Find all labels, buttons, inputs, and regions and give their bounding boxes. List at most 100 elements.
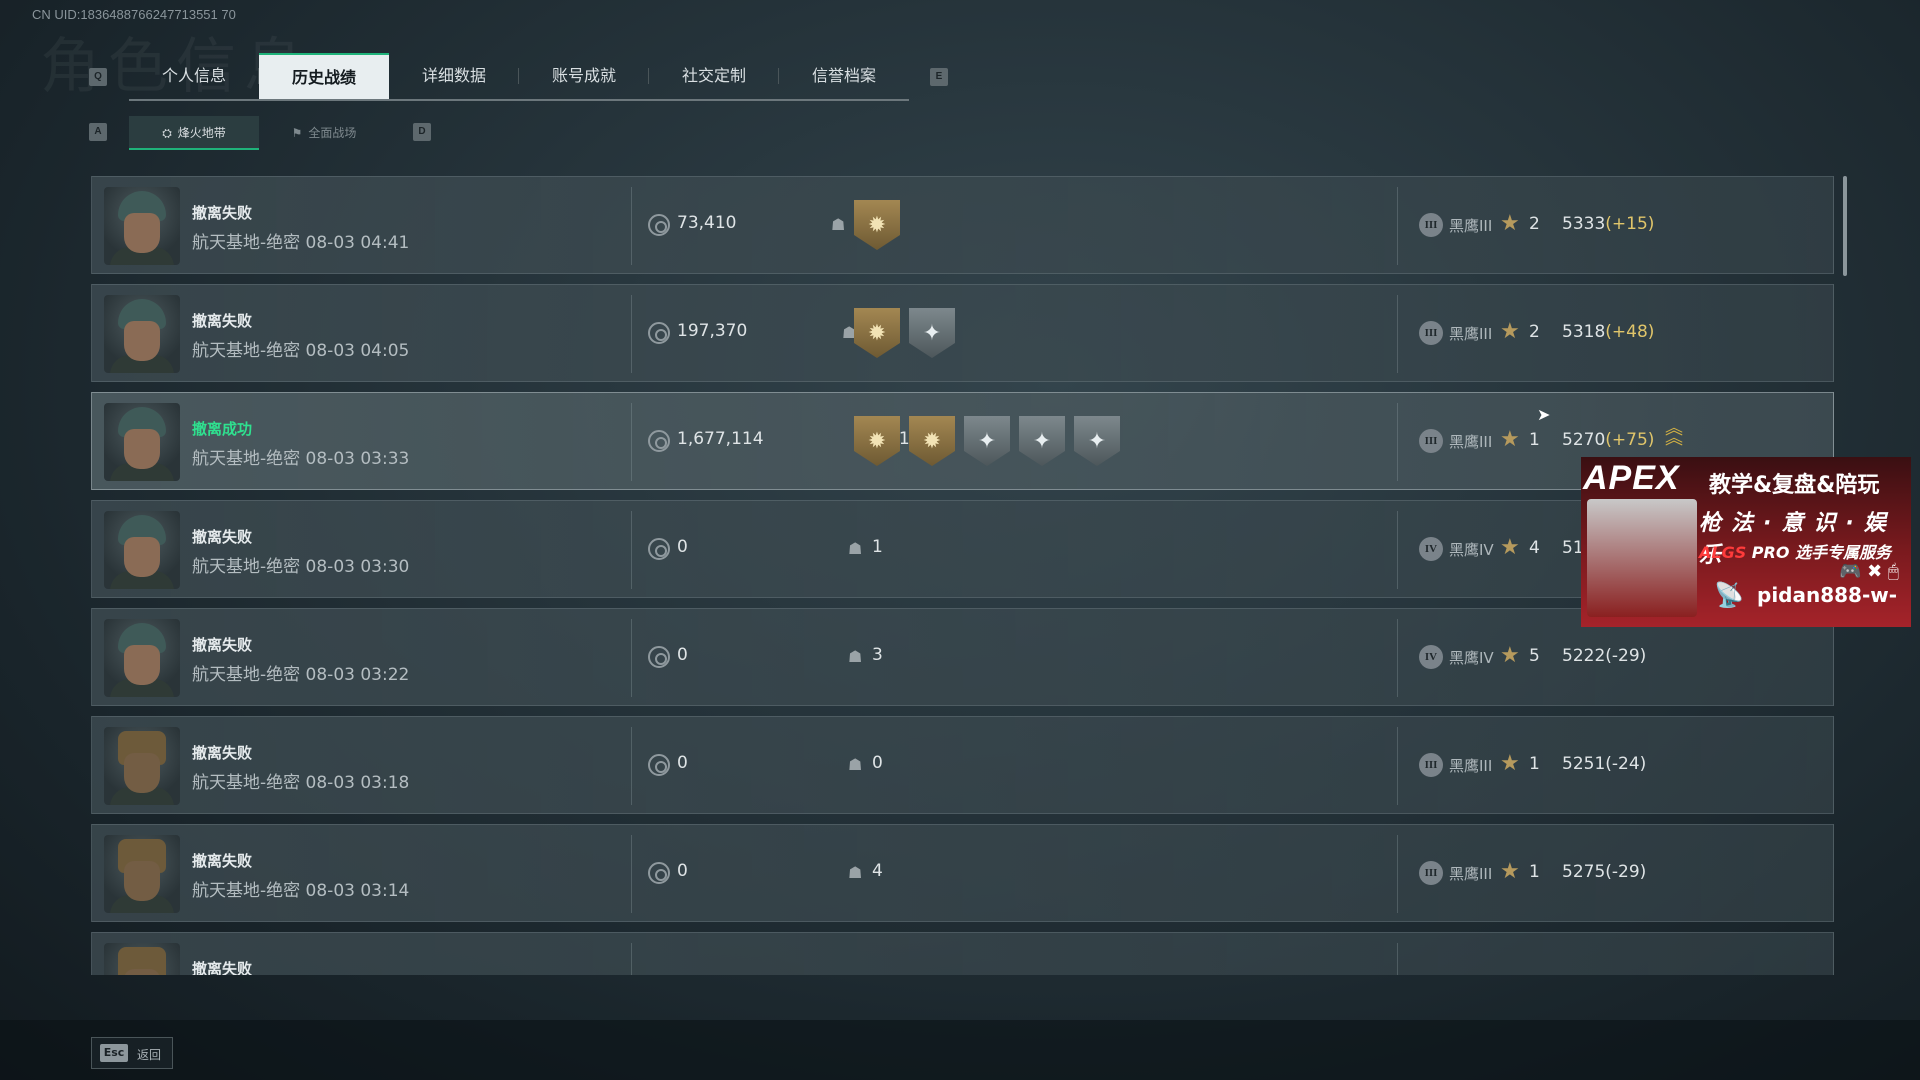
prev-tab-key-hint[interactable]: Q <box>89 68 107 86</box>
esc-key-hint: Esc <box>100 1044 128 1062</box>
divider <box>1397 943 1398 975</box>
extraction-status: 撤离失败 <box>192 312 253 330</box>
star-icon: ★ <box>1500 859 1520 884</box>
satellite-dish-icon: 📡 <box>1714 581 1744 609</box>
extraction-status: 撤离失败 <box>192 852 253 870</box>
rank-badge-icon: III <box>1419 213 1443 237</box>
divider <box>1397 511 1398 589</box>
divider <box>1397 727 1398 805</box>
kill-count: 4 <box>872 861 883 881</box>
rank-badge-icon: III <box>1419 753 1443 777</box>
match-map-time: 航天基地-绝密 08-03 04:41 <box>192 228 409 253</box>
score-value: 5333 <box>1562 214 1606 234</box>
match-row[interactable]: 撤离失败 航天基地-绝密 08-03 04:41 73,410 ☗ 3 ✹ II… <box>91 176 1834 274</box>
match-row[interactable]: 撤离失败 <box>91 932 1834 975</box>
coin-icon <box>648 214 670 236</box>
back-button[interactable]: Esc 返回 <box>91 1037 173 1069</box>
tab-detailed-data[interactable]: 详细数据 <box>389 53 519 99</box>
divider <box>631 187 632 265</box>
loot-value: 0 <box>677 861 688 881</box>
divider <box>1397 619 1398 697</box>
skull-icon: ☗ <box>848 647 863 666</box>
operator-avatar <box>104 403 180 481</box>
star-count: 2 <box>1529 214 1540 234</box>
star-icon: ★ <box>1500 319 1520 344</box>
map-name: 航天基地-绝密 <box>192 881 301 901</box>
list-scrollbar[interactable] <box>1843 176 1847 276</box>
next-tab-key-hint[interactable]: E <box>930 68 948 86</box>
tab-reputation[interactable]: 信誉档案 <box>779 53 909 99</box>
tab-match-history[interactable]: 历史战绩 <box>259 53 389 99</box>
score-delta: (+15) <box>1605 214 1655 234</box>
loot-value: 0 <box>677 753 688 773</box>
prev-subtab-key-hint[interactable]: A <box>89 123 107 141</box>
score-value: 5275 <box>1562 862 1606 882</box>
gold-medal-icon[interactable]: ✹ <box>909 416 955 466</box>
gold-medal-icon[interactable]: ✹ <box>854 200 900 250</box>
ad-service-line: ALGS PRO 选手专属服务 <box>1699 539 1891 563</box>
stream-ad-overlay: APEX 教学&复盘&陪玩 枪法·意识·娱乐 ALGS PRO 选手专属服务 🎮… <box>1581 457 1911 627</box>
silver-medal-icon[interactable]: ✦ <box>1074 416 1120 466</box>
extraction-status: 撤离失败 <box>192 204 253 222</box>
rank-name: 黑鹰III <box>1449 865 1493 883</box>
subtab-extraction[interactable]: ⛭ 烽火地带 <box>129 116 259 150</box>
gold-medal-icon[interactable]: ✹ <box>854 308 900 358</box>
kill-count: 3 <box>872 645 883 665</box>
gold-medal-icon[interactable]: ✹ <box>854 416 900 466</box>
controller-icon: 🎮 ✖ 🖱 <box>1839 561 1899 582</box>
operator-avatar <box>104 295 180 373</box>
loot-value: 197,370 <box>677 321 748 341</box>
map-name: 航天基地-绝密 <box>192 449 301 469</box>
map-name: 航天基地-绝密 <box>192 233 301 253</box>
subtab-battlefield[interactable]: ⚑ 全面战场 <box>259 116 389 150</box>
rank-name: 黑鹰III <box>1449 217 1493 235</box>
match-row[interactable]: 撤离失败 航天基地-绝密 08-03 04:05 197,370 ☗ 7 ✹✦ … <box>91 284 1834 382</box>
silver-medal-icon[interactable]: ✦ <box>1019 416 1065 466</box>
match-row[interactable]: 撤离失败 航天基地-绝密 08-03 03:18 0 ☗ 0 III 黑鹰III… <box>91 716 1834 814</box>
match-row[interactable]: 撤离成功 航天基地-绝密 08-03 03:33 1,677,114 ☗ 11 … <box>91 392 1834 490</box>
coin-icon <box>648 754 670 776</box>
tab-label: 详细数据 <box>421 66 486 85</box>
rank-score: 5222(-29) <box>1562 646 1646 666</box>
match-map-time: 航天基地-绝密 08-03 04:05 <box>192 336 409 361</box>
tab-label: 信誉档案 <box>811 66 876 85</box>
score-value: 5318 <box>1562 322 1606 342</box>
rank-score: 5251(-24) <box>1562 754 1646 774</box>
mouse-cursor-icon: ➤ <box>1537 405 1551 424</box>
match-time: 08-03 03:14 <box>305 881 410 901</box>
score-delta: (-24) <box>1605 754 1647 774</box>
skull-icon: ☗ <box>831 215 846 234</box>
match-row[interactable]: 撤离失败 航天基地-绝密 08-03 03:30 0 ☗ 1 IV 黑鹰IV ★… <box>91 500 1834 598</box>
extraction-status: 撤离失败 <box>192 960 253 975</box>
silver-medal-icon[interactable]: ✦ <box>964 416 1010 466</box>
rank-badge-icon: III <box>1419 861 1443 885</box>
star-count: 5 <box>1529 646 1540 666</box>
rank-up-chevron-icon: ︽ ︽ <box>1665 418 1683 449</box>
match-time: 08-03 03:22 <box>305 665 410 685</box>
operator-avatar <box>104 727 180 805</box>
tab-social[interactable]: 社交定制 <box>649 53 779 99</box>
next-subtab-key-hint[interactable]: D <box>413 123 431 141</box>
rank-name: 黑鹰IV <box>1449 541 1494 559</box>
map-name: 航天基地-绝密 <box>192 773 301 793</box>
rank-name: 黑鹰III <box>1449 325 1493 343</box>
score-delta: (-29) <box>1605 862 1647 882</box>
match-time: 08-03 03:33 <box>305 449 410 469</box>
divider <box>1397 835 1398 913</box>
coin-icon <box>648 862 670 884</box>
match-row[interactable]: 撤离失败 航天基地-绝密 08-03 03:22 0 ☗ 3 IV 黑鹰IV ★… <box>91 608 1834 706</box>
rank-name: 黑鹰IV <box>1449 649 1494 667</box>
extraction-status: 撤离失败 <box>192 528 253 546</box>
silver-medal-icon[interactable]: ✦ <box>909 308 955 358</box>
rank-badge-icon: IV <box>1419 537 1443 561</box>
back-label: 返回 <box>137 1048 162 1062</box>
match-map-time: 航天基地-绝密 08-03 03:14 <box>192 876 409 901</box>
rank-score: 5270(+75) <box>1562 430 1654 450</box>
tab-personal-info[interactable]: 个人信息 <box>129 53 259 99</box>
star-count: 1 <box>1529 430 1540 450</box>
medal-list: ✹ ✦ <box>854 308 955 358</box>
tab-achievements[interactable]: 账号成就 <box>519 53 649 99</box>
star-count: 1 <box>1529 754 1540 774</box>
loot-value: 1,677,114 <box>677 429 764 449</box>
match-row[interactable]: 撤离失败 航天基地-绝密 08-03 03:14 0 ☗ 4 III 黑鹰III… <box>91 824 1834 922</box>
